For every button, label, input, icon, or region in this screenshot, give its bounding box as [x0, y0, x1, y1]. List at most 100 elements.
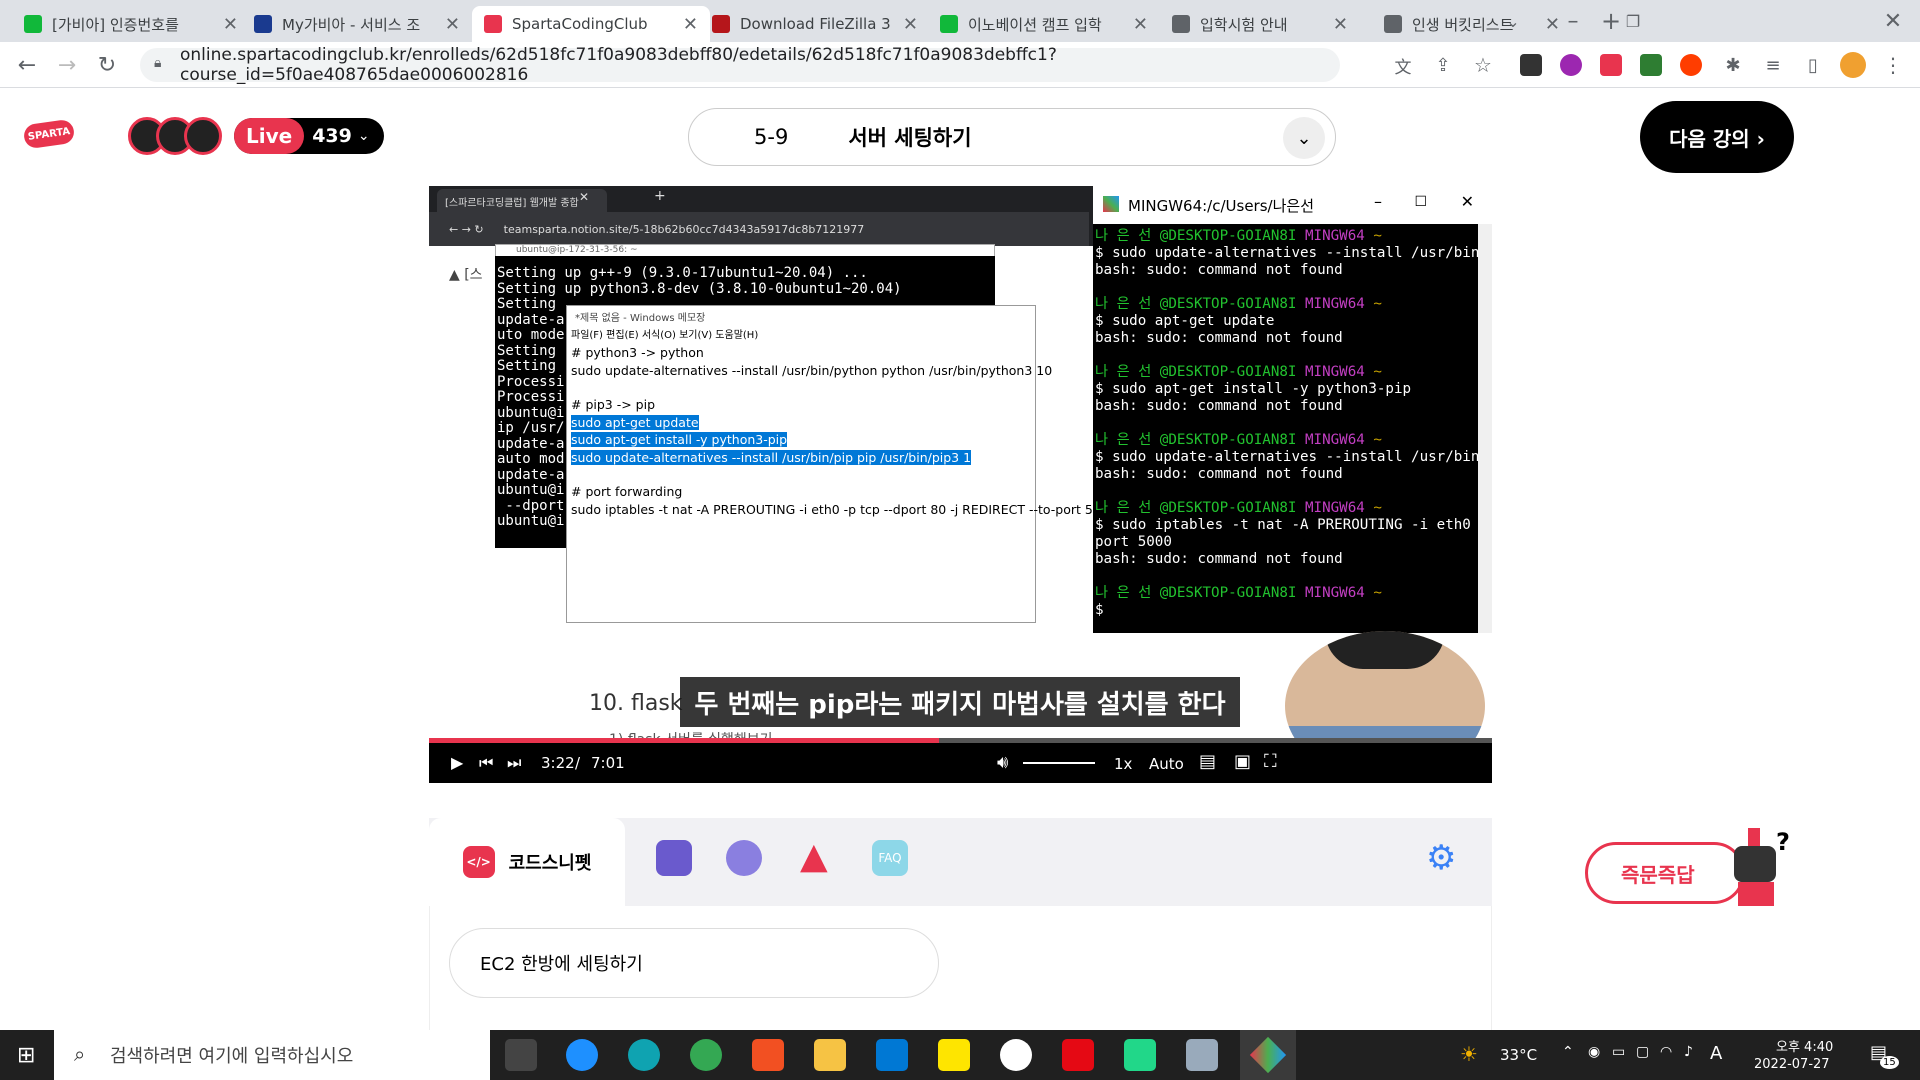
extension-icon[interactable]	[1520, 54, 1542, 76]
speed-button[interactable]: 1x	[1114, 755, 1132, 773]
back-icon[interactable]: ←	[14, 52, 40, 78]
reload-icon[interactable]: ↻	[94, 52, 120, 78]
task-view-icon[interactable]	[505, 1039, 537, 1071]
wifi-icon[interactable]: ◠	[1660, 1044, 1672, 1060]
quality-button[interactable]: Auto	[1149, 755, 1184, 773]
camera-icon[interactable]: ◉	[1588, 1044, 1600, 1060]
document-icon[interactable]	[656, 840, 692, 876]
notepad-title: *제목 없음 - Windows 메모장	[567, 306, 1035, 324]
faq-icon[interactable]: FAQ	[872, 840, 908, 876]
tab-title: SpartaCodingClub	[512, 15, 648, 33]
store-icon[interactable]	[752, 1039, 784, 1071]
side-panel-icon[interactable]: ▯	[1800, 52, 1826, 78]
display-icon[interactable]: ▢	[1636, 1044, 1649, 1060]
section-heading: 10. flask	[589, 691, 683, 716]
netflix-icon[interactable]	[1062, 1039, 1094, 1071]
close-tab-icon[interactable]: ✕	[1133, 14, 1148, 35]
browser-tab[interactable]: Download FileZilla 3 ✕	[700, 6, 930, 42]
close-window-icon[interactable]: ✕	[1880, 8, 1906, 34]
puzzle-icon[interactable]: ✱	[1720, 52, 1746, 78]
ime-indicator[interactable]: A	[1710, 1043, 1722, 1064]
notepad-line: # port forwarding	[571, 484, 683, 499]
menu-icon[interactable]: ⋮	[1880, 52, 1906, 78]
next-lesson-button[interactable]: 다음 강의 ›	[1640, 101, 1794, 173]
browser-tab[interactable]: My가비아 - 서비스 조 ✕	[242, 6, 472, 42]
profile-avatar[interactable]	[1840, 52, 1866, 78]
tab-search-icon[interactable]: ⌄	[1500, 8, 1526, 34]
tab-title: My가비아 - 서비스 조	[282, 15, 421, 34]
battery-icon[interactable]: ▭	[1612, 1044, 1625, 1060]
chevron-down-icon[interactable]: ⌄	[1283, 117, 1325, 159]
share-icon[interactable]: ⇪	[1430, 52, 1456, 78]
play-icon[interactable]: ▶	[451, 753, 463, 772]
qa-button[interactable]: 즉문즉답	[1585, 842, 1745, 904]
volume-slider[interactable]	[1023, 762, 1095, 764]
prompt-user: 나 은 선 @DESKTOP-GOIAN8I	[1095, 585, 1297, 601]
hair	[1325, 631, 1445, 669]
chrome-icon[interactable]	[690, 1039, 722, 1071]
tab-code-snippet[interactable]: </> 코드스니펫	[429, 818, 625, 906]
kakaotalk-icon[interactable]	[938, 1039, 970, 1071]
chat-icon[interactable]	[726, 840, 762, 876]
close-tab-icon[interactable]: ✕	[445, 14, 460, 35]
sparta-logo[interactable]: SPARTA	[22, 118, 76, 150]
edge-icon[interactable]	[628, 1039, 660, 1071]
terminal-error: bash: sudo: command not found	[1095, 466, 1343, 482]
minimize-icon[interactable]: –	[1560, 8, 1586, 34]
lesson-selector[interactable]: 5-9 서버 세팅하기 ⌄	[688, 108, 1336, 166]
warning-icon[interactable]: ▲	[800, 836, 828, 877]
file-explorer-icon[interactable]	[814, 1039, 846, 1071]
close-tab-icon[interactable]: ✕	[1545, 14, 1560, 35]
bookmark-star-icon[interactable]: ☆	[1470, 52, 1496, 78]
pycharm-icon[interactable]	[1124, 1039, 1156, 1071]
browser-tab[interactable]: 입학시험 안내 ✕	[1160, 6, 1360, 42]
video-controls: ▶ ⏮︎ ⏭︎ 3:22 / 7:01 🔊︎ 1x Auto ▤ ▣ ⛶	[429, 743, 1492, 783]
git-bash-taskbar-active[interactable]	[1240, 1030, 1296, 1080]
browser-tab[interactable]: [가비아] 인증번호를 ✕	[12, 6, 250, 42]
video-player[interactable]: [스파르타코딩클럽] 웹개발 종합 ✕ + ← → ↻ teamsparta.n…	[429, 186, 1492, 783]
media-player-icon[interactable]	[1000, 1039, 1032, 1071]
tray-up-icon[interactable]: ⌃	[1562, 1044, 1574, 1060]
captions-icon[interactable]: ▤	[1199, 751, 1216, 772]
translate-icon[interactable]: 文	[1390, 52, 1416, 78]
gear-icon[interactable]: ⚙	[1426, 838, 1456, 878]
reading-list-icon[interactable]: ≡	[1760, 52, 1786, 78]
app-icon[interactable]	[1186, 1039, 1218, 1071]
next-icon[interactable]: ⏭︎	[507, 753, 521, 773]
browser-tab[interactable]: SpartaCodingClub ✕	[472, 6, 710, 42]
weather-icon[interactable]: ☀	[1460, 1042, 1478, 1066]
pip-icon[interactable]: ▣	[1234, 751, 1251, 772]
fullscreen-icon[interactable]: ⛶	[1264, 751, 1277, 772]
volume-icon[interactable]: 🔊︎	[997, 752, 1008, 773]
close-tab-icon[interactable]: ✕	[223, 14, 238, 35]
live-count: 439	[312, 125, 352, 147]
ie-icon[interactable]	[566, 1039, 598, 1071]
clock-date[interactable]: 2022-07-27	[1754, 1057, 1830, 1072]
taskbar-search[interactable]: ⌕ 검색하려면 여기에 입력하십시오	[54, 1030, 490, 1080]
close-tab-icon[interactable]: ✕	[1333, 14, 1348, 35]
close-tab-icon[interactable]: ✕	[683, 14, 698, 35]
url-bar[interactable]: 🔒︎ online.spartacodingclub.kr/enrolleds/…	[140, 45, 1340, 85]
weather-temp[interactable]: 33°C	[1500, 1046, 1537, 1064]
live-indicator[interactable]: Live 439 ⌄	[234, 118, 384, 154]
clock-time[interactable]: 오후 4:40	[1776, 1036, 1833, 1055]
volume-icon[interactable]: ♪	[1684, 1044, 1693, 1060]
windows-start-icon[interactable]: ⊞	[17, 1043, 35, 1068]
video-inner-tabbar: [스파르타코딩클럽] 웹개발 종합 ✕ +	[429, 186, 1089, 212]
extension-icon[interactable]	[1680, 54, 1702, 76]
browser-tab[interactable]: 이노베이션 캠프 입학 ✕	[928, 6, 1160, 42]
extension-icon[interactable]	[1640, 54, 1662, 76]
snippet-item[interactable]: EC2 한방에 세팅하기	[449, 928, 939, 998]
minimize-icon: –	[1374, 192, 1382, 211]
previous-icon[interactable]: ⏮︎	[479, 753, 493, 773]
extension-icon[interactable]	[1600, 54, 1622, 76]
terminal-line: Setting up python3.8-dev (3.8.10-0ubuntu…	[497, 280, 902, 297]
mingw-terminal: MINGW64:/c/Users/나은선 – ☐ ✕ 나 은 선 @DESKTO…	[1093, 186, 1492, 633]
prompt-env: MINGW64	[1305, 585, 1365, 601]
new-tab-icon[interactable]: +	[1598, 7, 1624, 35]
search-icon: ⌕	[74, 1042, 86, 1066]
mail-icon[interactable]	[876, 1039, 908, 1071]
extension-icon[interactable]	[1560, 54, 1582, 76]
browser-tab[interactable]: 인생 버킷리스트 ✕	[1372, 6, 1572, 42]
close-tab-icon[interactable]: ✕	[903, 14, 918, 35]
